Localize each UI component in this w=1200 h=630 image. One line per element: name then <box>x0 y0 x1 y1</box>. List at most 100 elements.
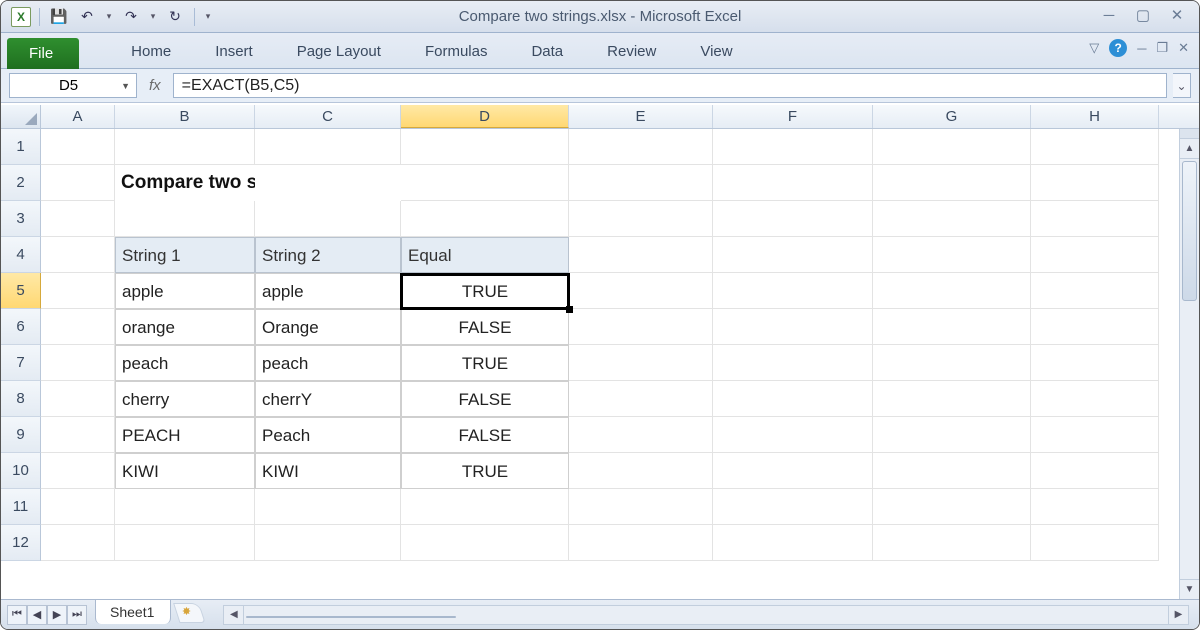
name-box-dropdown-icon[interactable]: ▼ <box>121 81 130 91</box>
next-sheet-icon[interactable]: ▶ <box>47 605 67 625</box>
col-header-f[interactable]: F <box>713 105 873 128</box>
cell[interactable] <box>873 489 1031 525</box>
cell[interactable] <box>569 129 713 165</box>
section-title[interactable]: Compare two strings <box>115 165 255 201</box>
scroll-down-icon[interactable]: ▼ <box>1180 579 1199 599</box>
cell[interactable] <box>713 453 873 489</box>
cell[interactable] <box>41 129 115 165</box>
cell[interactable] <box>713 237 873 273</box>
new-sheet-icon[interactable] <box>173 603 205 623</box>
col-header-c[interactable]: C <box>255 105 401 128</box>
cell[interactable] <box>873 273 1031 309</box>
workbook-minimize-icon[interactable]: ─ <box>1137 41 1146 56</box>
cell[interactable] <box>255 129 401 165</box>
prev-sheet-icon[interactable]: ◀ <box>27 605 47 625</box>
cell[interactable] <box>569 165 713 201</box>
cell[interactable] <box>1031 489 1159 525</box>
col-header-a[interactable]: A <box>41 105 115 128</box>
table-cell[interactable]: TRUE <box>401 273 569 309</box>
cell[interactable] <box>569 381 713 417</box>
cell[interactable] <box>569 417 713 453</box>
cell[interactable] <box>873 129 1031 165</box>
cell[interactable] <box>401 129 569 165</box>
row-header[interactable]: 2 <box>1 165 41 201</box>
row-header[interactable]: 10 <box>1 453 41 489</box>
cell[interactable] <box>41 237 115 273</box>
cell[interactable] <box>873 381 1031 417</box>
row-header[interactable]: 5 <box>1 273 41 309</box>
cell[interactable] <box>1031 345 1159 381</box>
cell[interactable] <box>1031 165 1159 201</box>
excel-app-icon[interactable]: X <box>11 7 31 27</box>
cell[interactable] <box>115 525 255 561</box>
save-icon[interactable]: 💾 <box>48 6 70 28</box>
close-icon[interactable]: ✕ <box>1167 6 1187 24</box>
ribbon-minimize-icon[interactable]: ▽ <box>1089 40 1099 56</box>
split-handle[interactable] <box>1180 129 1199 139</box>
cell[interactable] <box>41 273 115 309</box>
cell[interactable] <box>401 165 569 201</box>
cell[interactable] <box>41 489 115 525</box>
cell[interactable] <box>569 201 713 237</box>
cell[interactable] <box>41 345 115 381</box>
table-cell[interactable]: KIWI <box>255 453 401 489</box>
select-all-corner[interactable] <box>1 105 41 128</box>
table-cell[interactable]: TRUE <box>401 453 569 489</box>
cell[interactable] <box>401 201 569 237</box>
workbook-close-icon[interactable]: ✕ <box>1178 40 1189 56</box>
cell[interactable] <box>713 201 873 237</box>
cell[interactable] <box>713 489 873 525</box>
table-cell[interactable]: apple <box>115 273 255 309</box>
formula-input[interactable]: =EXACT(B5,C5) <box>173 73 1167 98</box>
cell[interactable] <box>873 345 1031 381</box>
cell[interactable] <box>41 453 115 489</box>
col-header-d[interactable]: D <box>401 105 569 128</box>
cell[interactable] <box>713 273 873 309</box>
cell[interactable] <box>41 417 115 453</box>
cell[interactable] <box>873 309 1031 345</box>
cell[interactable] <box>569 489 713 525</box>
first-sheet-icon[interactable]: ⏮ <box>7 605 27 625</box>
cell[interactable] <box>569 345 713 381</box>
table-cell[interactable]: cherry <box>115 381 255 417</box>
scroll-left-icon[interactable]: ◀ <box>224 606 244 624</box>
table-cell[interactable]: FALSE <box>401 309 569 345</box>
cell[interactable] <box>401 489 569 525</box>
col-header-h[interactable]: H <box>1031 105 1159 128</box>
tab-page-layout[interactable]: Page Layout <box>275 35 403 68</box>
table-header[interactable]: String 2 <box>255 237 401 273</box>
cell[interactable] <box>1031 417 1159 453</box>
cell[interactable] <box>1031 237 1159 273</box>
tab-review[interactable]: Review <box>585 35 678 68</box>
redo-dropdown-icon[interactable]: ▾ <box>148 6 158 28</box>
fx-icon[interactable]: fx <box>143 77 167 94</box>
row-header[interactable]: 7 <box>1 345 41 381</box>
cell[interactable] <box>569 309 713 345</box>
name-box[interactable]: D5 ▼ <box>9 73 137 98</box>
cell[interactable] <box>1031 129 1159 165</box>
table-cell[interactable]: Orange <box>255 309 401 345</box>
cell[interactable] <box>41 201 115 237</box>
table-cell[interactable]: orange <box>115 309 255 345</box>
cell[interactable] <box>569 453 713 489</box>
cell[interactable] <box>713 345 873 381</box>
cell[interactable] <box>713 381 873 417</box>
sheet-tab[interactable]: Sheet1 <box>95 599 171 624</box>
help-icon[interactable]: ? <box>1109 39 1127 57</box>
tab-view[interactable]: View <box>678 35 754 68</box>
tab-formulas[interactable]: Formulas <box>403 35 510 68</box>
table-header[interactable]: String 1 <box>115 237 255 273</box>
table-cell[interactable]: TRUE <box>401 345 569 381</box>
row-header[interactable]: 8 <box>1 381 41 417</box>
row-header[interactable]: 11 <box>1 489 41 525</box>
scroll-up-icon[interactable]: ▲ <box>1180 139 1199 159</box>
cell[interactable] <box>401 525 569 561</box>
row-header[interactable]: 1 <box>1 129 41 165</box>
fill-handle[interactable] <box>566 306 573 313</box>
col-header-e[interactable]: E <box>569 105 713 128</box>
cell[interactable] <box>873 417 1031 453</box>
table-cell[interactable]: peach <box>115 345 255 381</box>
cell[interactable] <box>1031 201 1159 237</box>
scroll-right-icon[interactable]: ▶ <box>1168 606 1188 624</box>
tab-data[interactable]: Data <box>509 35 585 68</box>
